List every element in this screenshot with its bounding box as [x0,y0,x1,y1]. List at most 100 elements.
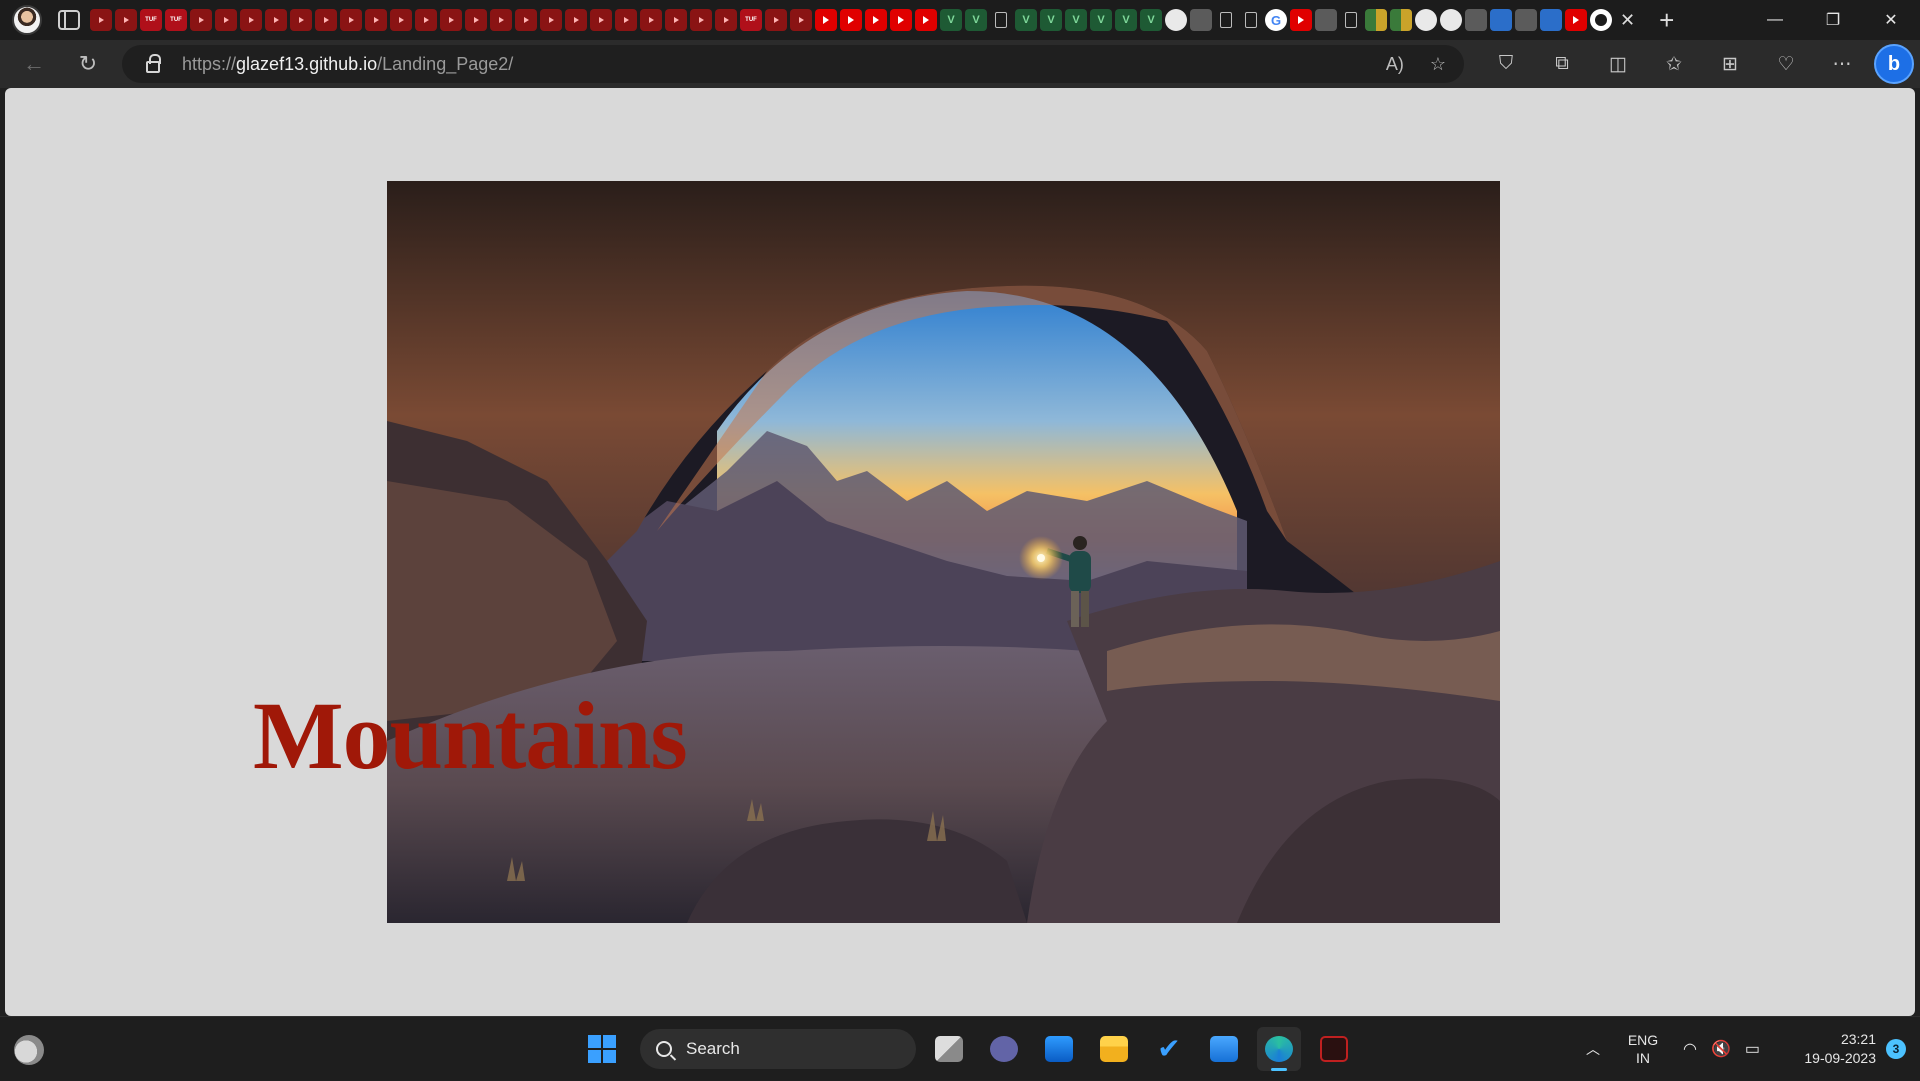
pinned-tab-yt-icon[interactable] [615,9,637,31]
language-code: ENG [1627,1032,1659,1048]
pinned-tab-gray-icon[interactable] [1465,9,1487,31]
pinned-tab-yt-icon[interactable] [465,9,487,31]
edge-button[interactable] [1257,1027,1301,1071]
new-tab-button[interactable]: + [1659,7,1674,33]
pinned-tab-ytr-icon[interactable] [865,9,887,31]
app-button[interactable] [1312,1027,1356,1071]
language-indicator[interactable]: ENG IN [1613,1031,1673,1067]
read-aloud-icon[interactable]: A) [1386,54,1404,75]
task-view-button[interactable] [927,1027,971,1071]
profile-avatar[interactable] [12,5,42,35]
pinned-tab-ytr-icon[interactable] [1565,9,1587,31]
puzzle-icon[interactable]: ⧉ [1546,53,1578,75]
pinned-tab-gh-icon[interactable] [1590,9,1612,31]
pinned-tab-tile-icon[interactable] [1390,9,1412,31]
pinned-tab-ytr-icon[interactable] [1290,9,1312,31]
pinned-tab-yt-icon[interactable] [715,9,737,31]
pinned-tab-circ-icon[interactable] [1440,9,1462,31]
mail-button[interactable] [1202,1027,1246,1071]
chevron-up-icon[interactable]: ︿ [1573,1039,1613,1059]
pinned-tab-yt-icon[interactable] [340,9,362,31]
pinned-tab-tile-icon[interactable] [1365,9,1387,31]
pinned-tab-green-icon[interactable] [1140,9,1162,31]
store-button[interactable] [1037,1027,1081,1071]
more-icon[interactable]: ⋯ [1826,53,1858,76]
lock-icon[interactable] [146,54,161,73]
pinned-tab-yt-icon[interactable] [515,9,537,31]
collections-icon[interactable]: ⊞ [1714,53,1746,76]
clock[interactable]: 23:21 19-09-2023 [1780,1030,1876,1068]
pinned-tab-ytr-icon[interactable] [815,9,837,31]
pinned-tab-yt-icon[interactable] [640,9,662,31]
file-explorer-button[interactable] [1092,1027,1136,1071]
pinned-tab-green-icon[interactable] [965,9,987,31]
tab-actions-icon[interactable] [58,10,80,30]
pinned-tab-tuf-icon[interactable]: TUF [740,9,762,31]
restore-button[interactable]: ❐ [1804,0,1862,40]
pinned-tab-green-icon[interactable] [1015,9,1037,31]
pinned-tab-ytr-icon[interactable] [840,9,862,31]
pinned-tab-yt-icon[interactable] [90,9,112,31]
reload-button[interactable]: ↻ [68,44,108,84]
star-icon[interactable]: ☆ [1430,54,1446,75]
pinned-tab-yt-icon[interactable] [415,9,437,31]
todo-button[interactable]: ✔ [1147,1027,1191,1071]
pinned-tab-green-icon[interactable] [1040,9,1062,31]
close-window-button[interactable]: ✕ [1862,0,1920,40]
bing-copilot-icon[interactable]: b [1874,44,1914,84]
pinned-tab-yt-icon[interactable] [690,9,712,31]
pinned-tab-ytr-icon[interactable] [915,9,937,31]
notification-badge[interactable]: 3 [1886,1039,1906,1059]
pinned-tab-doc-icon[interactable] [990,9,1012,31]
pinned-tab-yt-icon[interactable] [240,9,262,31]
heart-pulse-icon[interactable]: ♡ [1770,53,1802,76]
pinned-tab-yt-icon[interactable] [390,9,412,31]
pinned-tab-yt-icon[interactable] [565,9,587,31]
pinned-tab-yt-icon[interactable] [115,9,137,31]
pinned-tab-yt-icon[interactable] [265,9,287,31]
start-button[interactable] [580,1027,624,1071]
pinned-tab-green-icon[interactable] [1065,9,1087,31]
split-screen-icon[interactable]: ◫ [1602,53,1634,76]
quick-settings[interactable]: ◠ 🔇 ▭ [1683,1039,1760,1059]
favorites-icon[interactable]: ✩ [1658,53,1690,76]
url-text[interactable]: https://glazef13.github.io/Landing_Page2… [182,54,513,75]
pinned-tab-green-icon[interactable] [1090,9,1112,31]
minimize-button[interactable]: — [1746,0,1804,40]
pinned-tab-tuf-icon[interactable]: TUF [140,9,162,31]
address-bar[interactable]: https://glazef13.github.io/Landing_Page2… [122,45,1464,83]
pinned-tab-ytr-icon[interactable] [890,9,912,31]
pinned-tab-yt-icon[interactable] [590,9,612,31]
pocket-icon[interactable]: ⛉ [1490,53,1522,75]
pinned-tab-g-icon[interactable] [1265,9,1287,31]
pinned-tab-yt-icon[interactable] [290,9,312,31]
close-tab-icon[interactable]: ✕ [1620,10,1635,31]
pinned-tab-yt-icon[interactable] [490,9,512,31]
pinned-tab-yt-icon[interactable] [215,9,237,31]
pinned-tab-doc-icon[interactable] [1340,9,1362,31]
pinned-tab-yt-icon[interactable] [765,9,787,31]
pinned-tab-yt-icon[interactable] [190,9,212,31]
taskbar-search[interactable]: Search [640,1029,916,1069]
pinned-tab-blue-icon[interactable] [1540,9,1562,31]
pinned-tab-yt-icon[interactable] [790,9,812,31]
pinned-tab-circ-icon[interactable] [1415,9,1437,31]
pinned-tab-blue-icon[interactable] [1490,9,1512,31]
pinned-tab-yt-icon[interactable] [315,9,337,31]
pinned-tab-gray-icon[interactable] [1515,9,1537,31]
pinned-tab-doc-icon[interactable] [1240,9,1262,31]
pinned-tab-yt-icon[interactable] [440,9,462,31]
pinned-tab-circ-icon[interactable] [1165,9,1187,31]
teams-chat-button[interactable] [982,1027,1026,1071]
pinned-tab-doc-icon[interactable] [1215,9,1237,31]
pinned-tab-green-icon[interactable] [1115,9,1137,31]
pinned-tab-gray-icon[interactable] [1190,9,1212,31]
weather-icon[interactable] [14,1035,44,1065]
back-button[interactable]: ← [14,44,54,84]
pinned-tab-yt-icon[interactable] [540,9,562,31]
pinned-tab-gray-icon[interactable] [1315,9,1337,31]
pinned-tab-tuf-icon[interactable]: TUF [165,9,187,31]
pinned-tab-yt-icon[interactable] [665,9,687,31]
pinned-tab-green-icon[interactable] [940,9,962,31]
pinned-tab-yt-icon[interactable] [365,9,387,31]
